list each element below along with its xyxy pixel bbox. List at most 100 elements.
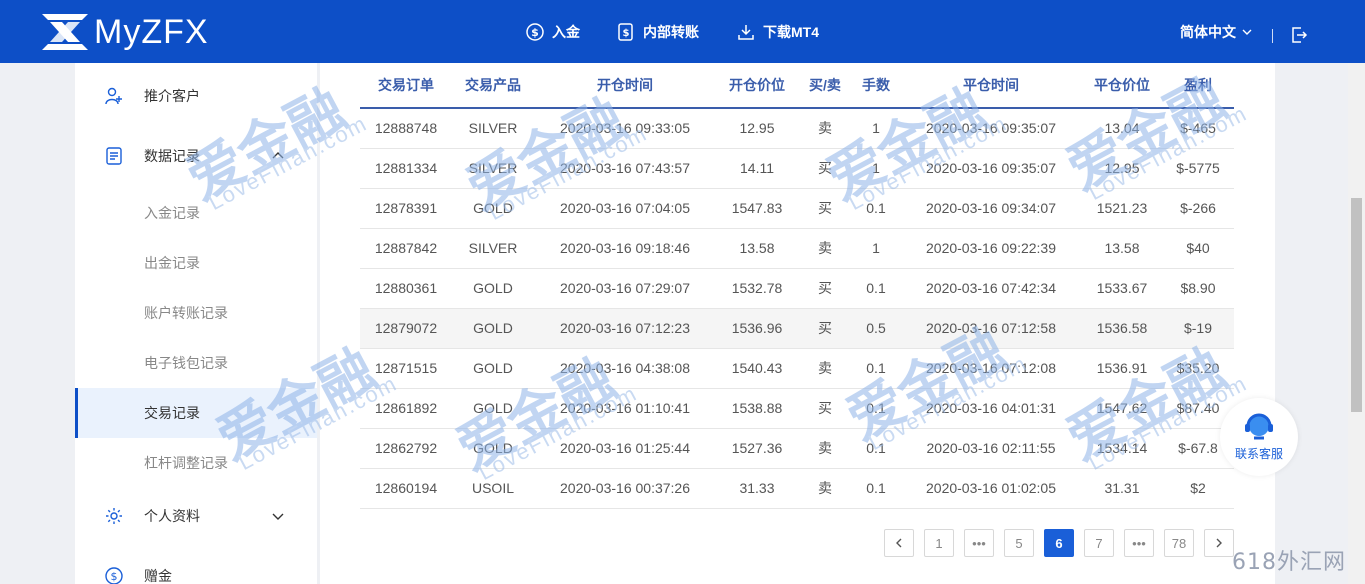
- table-cell: 2020-03-16 02:11:55: [900, 428, 1082, 469]
- table-cell: 0.1: [852, 428, 900, 469]
- page-ellipsis[interactable]: •••: [1124, 529, 1154, 557]
- table-cell: 2020-03-16 07:42:34: [900, 268, 1082, 309]
- sidebar-item-label: 个人资料: [144, 508, 200, 524]
- table-row: 12888748 SILVER 2020-03-16 09:33:05 12.95 卖 1…: [360, 108, 1234, 149]
- customer-support-button[interactable]: 联系客服: [1220, 398, 1298, 476]
- table-cell: 卖: [798, 428, 852, 469]
- column-header: 开仓价位: [716, 63, 798, 109]
- chevron-down-icon: [1242, 29, 1252, 35]
- document-icon: [106, 147, 122, 165]
- logo-icon: [42, 14, 88, 50]
- page-button[interactable]: 1: [924, 529, 954, 557]
- table-cell: 1536.91: [1082, 348, 1162, 389]
- table-row: 12881334 SILVER 2020-03-16 07:43:57 14.11 买 1…: [360, 148, 1234, 189]
- svg-text:$: $: [111, 570, 118, 583]
- nav-internal-transfer[interactable]: $ 内部转账: [617, 0, 699, 63]
- table-cell: 12880361: [360, 268, 452, 309]
- column-header: 盈利: [1162, 63, 1234, 109]
- table-row: 12879072 GOLD 2020-03-16 07:12:23 1536.96 买 0…: [360, 308, 1234, 349]
- table-cell: USOIL: [452, 468, 534, 509]
- table-row: 12862792 GOLD 2020-03-16 01:25:44 1527.36 卖 0…: [360, 428, 1234, 469]
- table-cell: 1540.43: [716, 348, 798, 389]
- sidebar-item-label: 杠杆调整记录: [144, 455, 228, 471]
- table-row: 12878391 GOLD 2020-03-16 07:04:05 1547.83 买 0…: [360, 188, 1234, 229]
- language-selector[interactable]: 简体中文: [1180, 0, 1252, 63]
- table-cell: $2: [1162, 468, 1234, 509]
- sidebar-item-label: 出金记录: [144, 255, 200, 271]
- sidebar-item-label: 交易记录: [144, 405, 200, 421]
- column-header: 手数: [852, 63, 900, 109]
- table-cell: 2020-03-16 09:35:07: [900, 148, 1082, 189]
- sidebar-item-label: 推介客户: [144, 88, 200, 104]
- dollar-circle-icon: $: [105, 567, 123, 584]
- sidebar-item-data-records[interactable]: 数据记录: [75, 131, 317, 181]
- table-row: 12860194 USOIL 2020-03-16 00:37:26 31.33 卖 0.…: [360, 468, 1234, 509]
- table-cell: 卖: [798, 468, 852, 509]
- user-plus-icon: [105, 87, 122, 105]
- top-header: MyZFX $ 入金 $ 内部转账 下载MT4 简体中文: [0, 0, 1365, 63]
- transfer-icon: $: [618, 22, 633, 41]
- header-divider: [1272, 29, 1273, 43]
- nav-download-mt4[interactable]: 下载MT4: [737, 0, 819, 63]
- sidebar-item-leverage-records[interactable]: 杠杆调整记录: [75, 438, 317, 488]
- sidebar-item-bonus[interactable]: $ 赠金: [75, 551, 317, 584]
- table-cell: GOLD: [452, 268, 534, 309]
- table-cell: 0.1: [852, 468, 900, 509]
- table-cell: 买: [798, 188, 852, 229]
- table-cell: 12879072: [360, 308, 452, 349]
- download-icon: [738, 24, 754, 40]
- table-cell: $8.90: [1162, 268, 1234, 309]
- next-page-button[interactable]: [1204, 529, 1234, 557]
- table-cell: $-19: [1162, 308, 1234, 349]
- table-cell: 2020-03-16 09:35:07: [900, 108, 1082, 149]
- sidebar-item-profile[interactable]: 个人资料: [75, 491, 317, 541]
- sidebar-item-trade-records[interactable]: 交易记录: [75, 388, 317, 438]
- column-header: 交易产品: [452, 63, 534, 109]
- nav-download-mt4-label: 下载MT4: [763, 23, 819, 40]
- table-cell: 卖: [798, 348, 852, 389]
- table-cell: 2020-03-16 09:18:46: [534, 228, 716, 269]
- logout-icon[interactable]: [1290, 26, 1308, 44]
- sidebar-item-withdrawal-records[interactable]: 出金记录: [75, 238, 317, 288]
- table-cell: 1534.14: [1082, 428, 1162, 469]
- page-button-current[interactable]: 6: [1044, 529, 1074, 557]
- page-scrollbar-thumb[interactable]: [1351, 198, 1362, 412]
- table-body: 12888748 SILVER 2020-03-16 09:33:05 12.95 卖 1…: [360, 108, 1234, 509]
- nav-deposit[interactable]: $ 入金: [526, 0, 580, 63]
- prev-page-button[interactable]: [884, 529, 914, 557]
- table-cell: 买: [798, 268, 852, 309]
- table-cell: 1521.23: [1082, 188, 1162, 229]
- table-cell: 0.1: [852, 188, 900, 229]
- page-ellipsis[interactable]: •••: [964, 529, 994, 557]
- table-cell: 12887842: [360, 228, 452, 269]
- table-cell: 12860194: [360, 468, 452, 509]
- svg-text:$: $: [531, 26, 539, 39]
- brand-logo[interactable]: MyZFX: [42, 14, 209, 50]
- sidebar-item-label: 账户转账记录: [144, 305, 228, 321]
- table-cell: 买: [798, 308, 852, 349]
- table-row: 12861892 GOLD 2020-03-16 01:10:41 1538.88 买 0…: [360, 388, 1234, 429]
- table-cell: 卖: [798, 108, 852, 149]
- sidebar-item-ewallet-records[interactable]: 电子钱包记录: [75, 338, 317, 388]
- column-header: 买/卖: [798, 63, 852, 109]
- sidebar-item-account-transfer-records[interactable]: 账户转账记录: [75, 288, 317, 338]
- sidebar-item-referrals[interactable]: 推介客户: [75, 71, 317, 121]
- page-button[interactable]: 7: [1084, 529, 1114, 557]
- column-header: 平仓时间: [900, 63, 1082, 109]
- brand-name: MyZFX: [94, 13, 209, 51]
- table-cell: GOLD: [452, 428, 534, 469]
- sidebar-item-deposit-records[interactable]: 入金记录: [75, 188, 317, 238]
- table-cell: 1: [852, 148, 900, 189]
- sidebar-item-label: 电子钱包记录: [144, 355, 228, 371]
- page-button[interactable]: 78: [1164, 529, 1194, 557]
- sidebar-item-label: 入金记录: [144, 205, 200, 221]
- table-cell: 1532.78: [716, 268, 798, 309]
- table-cell: GOLD: [452, 308, 534, 349]
- table-cell: GOLD: [452, 348, 534, 389]
- main-panel: 交易订单 交易产品 开仓时间 开仓价位 买/卖 手数 平仓时间 平仓价位 盈利 …: [320, 63, 1275, 584]
- page-button[interactable]: 5: [1004, 529, 1034, 557]
- headset-icon: [1245, 413, 1273, 439]
- table-cell: 31.33: [716, 468, 798, 509]
- table-cell: 2020-03-16 07:12:58: [900, 308, 1082, 349]
- table-cell: 2020-03-16 07:12:08: [900, 348, 1082, 389]
